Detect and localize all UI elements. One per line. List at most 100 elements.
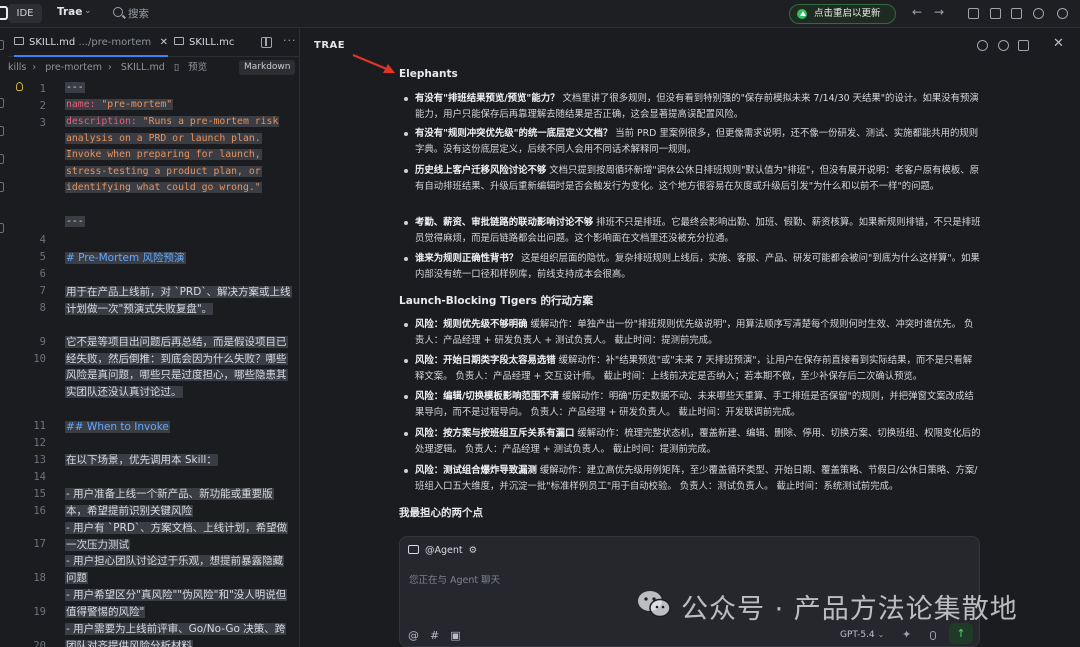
account-avatar-icon[interactable] xyxy=(1057,8,1068,19)
history-icon[interactable] xyxy=(998,40,1009,51)
extensions-icon[interactable] xyxy=(0,182,4,192)
line-number: 14 xyxy=(33,471,46,483)
chevron-down-icon[interactable]: ⌄ xyxy=(84,6,92,16)
search-view-icon[interactable] xyxy=(0,98,4,108)
hash-context-icon[interactable]: # xyxy=(430,629,439,642)
code-area[interactable]: 1 --- 2 name: "pre-mortem" 3 description… xyxy=(8,80,300,647)
annotation-arrow-icon xyxy=(352,53,395,73)
list-item: 风险：规则优先级不够明确 缓解动作：单独产出一份"排班规则优先级说明"，用算法顺… xyxy=(404,317,981,348)
breadcrumb-item[interactable]: pre-mortem xyxy=(45,62,102,73)
code-text: - 用户需要为上线前评审、Go/No-Go 决策、跨团队对齐提供风险分析材料 xyxy=(65,623,287,647)
code-line: description: "Runs a pre-mortem risk ana… xyxy=(65,114,293,197)
line-number: 19 xyxy=(33,606,46,618)
code-line: --- xyxy=(65,80,293,97)
list-item-title: 风险：开始日期类字段太容易选错 xyxy=(415,355,556,366)
agent-options-icon[interactable]: ⚙ xyxy=(469,545,478,556)
code-line: name: "pre-mortem" xyxy=(65,97,293,114)
ai-chat-panel: TRAE ✕ Elephants 有没有"排班结果预览/预览"能力？ 文档里讲了… xyxy=(301,28,1080,647)
code-text: - 用户希望区分"真风险""伪风险"和"没人明说但值得警惕的风险" xyxy=(65,589,288,618)
code-line: - 用户需要为上线前评审、Go/No-Go 决策、跨团队对齐提供风险分析材料 xyxy=(65,621,293,647)
list-item: 风险：按方案与按班组互斥关系有漏口 缓解动作：梳理完整状态机，覆盖新建、编辑、删… xyxy=(404,426,981,457)
chat-input-placeholder[interactable]: 您正在与 Agent 聊天 xyxy=(409,572,500,586)
code-line: # Pre-Mortem 风险预演 xyxy=(65,250,293,267)
line-number: 16 xyxy=(33,505,46,517)
breadcrumb-item[interactable]: SKILL.md xyxy=(121,62,165,73)
breadcrumb: kills › pre-mortem › SKILL.md ▯ 预览 Markdow… xyxy=(8,58,300,77)
search-input[interactable]: 搜索 xyxy=(128,6,149,21)
chat-input-box[interactable]: @Agent ⚙ 您正在与 Agent 聊天 @ # ▣ GPT-5.4 ⌄ ✦ ↑ xyxy=(399,536,980,647)
open-external-icon[interactable] xyxy=(1018,40,1029,51)
tab-skill-md-second[interactable]: SKILL.mc xyxy=(174,28,246,57)
list-item-title: 风险：按方案与按班组互斥关系有漏口 xyxy=(415,428,575,439)
title-bar: IDE Trae ⌄ 搜索 点击重启以更新 ← → xyxy=(0,0,1080,28)
list-item: 风险：编辑/切换模板影响范围不清 缓解动作：明确"历史数据不动、未来哪些天重算、… xyxy=(404,389,981,420)
split-editor-icon[interactable] xyxy=(261,37,272,48)
close-tab-icon[interactable]: ✕ xyxy=(160,28,168,57)
remote-icon[interactable] xyxy=(0,223,4,233)
agent-label: @Agent xyxy=(425,545,463,556)
code-text: 在以下场景，优先调用本 Skill： xyxy=(65,454,218,466)
tab-skill-md-active[interactable]: SKILL.md .../pre-mortem ✕ xyxy=(14,28,168,57)
preview-button[interactable]: 预览 xyxy=(188,62,207,73)
list-item-title: 有没有"排班结果预览/预览"能力？ xyxy=(415,93,560,104)
debug-icon[interactable] xyxy=(0,154,4,164)
code-text: --- xyxy=(65,216,85,227)
app-logo-icon xyxy=(0,6,8,20)
send-button[interactable]: ↑ xyxy=(949,623,973,644)
line-number: 20 xyxy=(33,640,46,647)
settings-gear-icon[interactable] xyxy=(1033,8,1044,19)
tab-filename: SKILL.mc xyxy=(189,37,235,48)
forward-arrow-icon[interactable]: → xyxy=(934,5,944,19)
restart-update-button[interactable]: 点击重启以更新 xyxy=(789,4,896,24)
yaml-key: name: xyxy=(66,99,96,110)
list-item: 历史线上客户迁移风险讨论不够 文档只提到按周循环新增"调休公休日排班规则"默认值… xyxy=(404,163,981,194)
lightbulb-icon[interactable] xyxy=(16,82,23,91)
mention-icon[interactable]: @ xyxy=(408,629,419,642)
new-chat-icon[interactable] xyxy=(977,40,988,51)
yaml-key: description: xyxy=(66,116,137,127)
line-number: 8 xyxy=(39,302,46,314)
yaml-value: "Runs a pre-mortem risk analysis on a PR… xyxy=(66,116,279,194)
line-number: 10 xyxy=(33,353,46,365)
image-upload-icon[interactable]: ▣ xyxy=(450,629,460,642)
code-line: --- xyxy=(65,214,293,231)
model-name: GPT-5.4 xyxy=(840,630,875,640)
more-actions-icon[interactable]: ··· xyxy=(283,34,297,47)
file-icon xyxy=(174,37,184,45)
code-line: - 用户有 `PRD`、方案文档、上线计划，希望做一次压力测试 xyxy=(65,520,293,553)
line-number: 7 xyxy=(39,285,46,297)
code-text: --- xyxy=(65,82,85,93)
code-editor: SKILL.md .../pre-mortem ✕ SKILL.mc ··· k… xyxy=(8,28,300,647)
breadcrumb-item[interactable]: kills xyxy=(8,62,26,73)
model-selector[interactable]: GPT-5.4 ⌄ xyxy=(840,630,884,640)
list-item-title: 谁来为规则正确性背书？ xyxy=(415,253,519,264)
project-switcher[interactable]: Trae xyxy=(57,6,82,18)
toggle-panel-icon[interactable] xyxy=(990,8,1001,19)
section-heading: 我最担心的两个点 xyxy=(399,507,483,519)
source-control-icon[interactable] xyxy=(0,126,4,136)
line-number: 4 xyxy=(39,234,46,246)
list-item-title: 有没有"规则冲突优先级"的统一底层定义文档？ xyxy=(415,128,613,139)
language-mode-badge[interactable]: Markdown xyxy=(239,60,296,75)
search-icon[interactable] xyxy=(113,7,123,17)
list-item: 风险：测试组合爆炸导致漏测 缓解动作：建立高优先级用例矩阵，至少覆盖循环类型、开… xyxy=(404,463,981,494)
toggle-sidebar-icon[interactable] xyxy=(968,8,979,19)
toggle-aux-bar-icon[interactable] xyxy=(1011,8,1022,19)
line-number: 18 xyxy=(33,572,46,584)
line-number: 9 xyxy=(39,336,46,348)
code-text: - 用户有 `PRD`、方案文档、上线计划，希望做一次压力测试 xyxy=(65,522,289,551)
code-line: ## When to Invoke xyxy=(65,419,293,436)
ide-mode-button[interactable]: IDE xyxy=(8,4,42,23)
close-panel-icon[interactable]: ✕ xyxy=(1053,36,1064,51)
line-number: 6 xyxy=(39,268,46,280)
sparkle-icon[interactable]: ✦ xyxy=(902,628,911,641)
agent-selector[interactable]: @Agent ⚙ xyxy=(408,543,477,559)
back-arrow-icon[interactable]: ← xyxy=(912,5,922,19)
explorer-icon[interactable] xyxy=(0,40,4,50)
heading-text: ## When to Invoke xyxy=(65,421,170,433)
list-item: 考勤、薪资、审批链路的联动影响讨论不够 排班不只是排班。它最终会影响出勤、加班、… xyxy=(404,215,981,246)
microphone-icon[interactable] xyxy=(930,631,936,640)
agent-icon xyxy=(408,545,419,554)
list-item: 谁来为规则正确性背书？ 这是组织层面的隐忧。复杂排班规则上线后，实施、客服、产品… xyxy=(404,251,981,282)
code-line: - 用户准备上线一个新产品、新功能或重要版本，希望提前识别关键风险 xyxy=(65,486,293,519)
